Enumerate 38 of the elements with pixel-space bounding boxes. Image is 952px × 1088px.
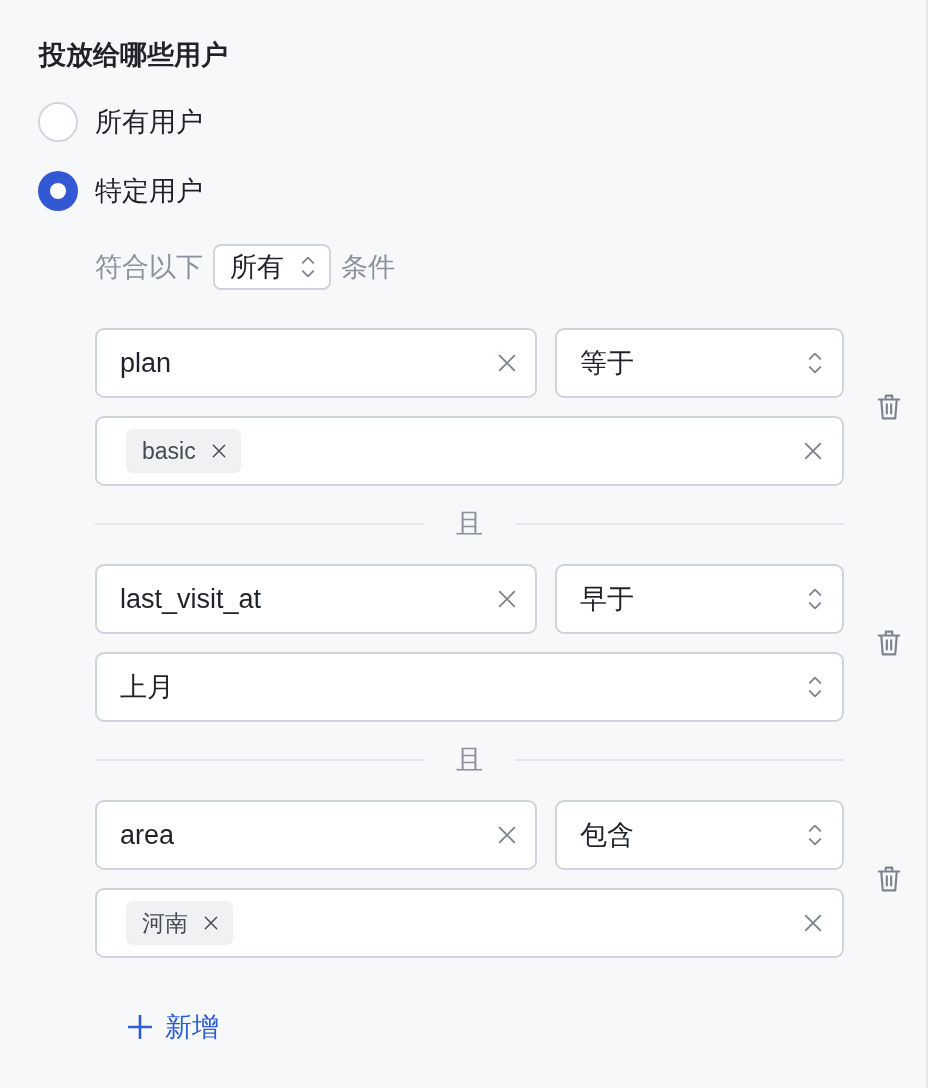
- operator-select[interactable]: 等于: [555, 328, 844, 398]
- value-field[interactable]: 河南: [95, 888, 844, 958]
- chevron-updown-icon: [808, 823, 822, 847]
- section-title: 投放给哪些用户: [39, 39, 228, 72]
- connector-label: 且: [456, 744, 483, 777]
- match-select[interactable]: 所有: [213, 244, 331, 290]
- trash-icon[interactable]: [876, 629, 902, 657]
- close-icon[interactable]: [498, 354, 516, 372]
- tag-label: 河南: [142, 908, 188, 938]
- value-field[interactable]: basic: [95, 416, 844, 486]
- close-icon[interactable]: [804, 442, 822, 460]
- operator-select[interactable]: 包含: [555, 800, 844, 870]
- trash-icon[interactable]: [876, 865, 902, 893]
- close-icon[interactable]: [498, 826, 516, 844]
- radio-button[interactable]: [38, 171, 78, 211]
- operator-select[interactable]: 早于: [555, 564, 844, 634]
- radio-label[interactable]: 特定用户: [95, 173, 203, 209]
- trash-icon[interactable]: [876, 393, 902, 421]
- add-button[interactable]: 新增: [127, 1007, 219, 1047]
- chevron-updown-icon: [301, 255, 315, 279]
- value-select[interactable]: 上月: [95, 652, 844, 722]
- close-icon[interactable]: [211, 444, 226, 458]
- close-icon[interactable]: [204, 916, 218, 930]
- close-icon[interactable]: [498, 590, 516, 608]
- match-prefix-label: 符合以下: [95, 251, 203, 284]
- radio-button[interactable]: [38, 102, 78, 142]
- chevron-updown-icon: [808, 351, 822, 375]
- field-input[interactable]: last_visit_at: [95, 564, 537, 634]
- tag-label: basic: [142, 437, 196, 465]
- plus-icon: [127, 1014, 153, 1040]
- radio-label[interactable]: 所有用户: [95, 104, 203, 140]
- chevron-updown-icon: [808, 587, 822, 611]
- field-input[interactable]: plan: [95, 328, 537, 398]
- connector-label: 且: [456, 508, 483, 541]
- chevron-updown-icon: [808, 675, 822, 699]
- close-icon[interactable]: [804, 914, 822, 932]
- field-input[interactable]: area: [95, 800, 537, 870]
- match-suffix-label: 条件: [341, 251, 395, 284]
